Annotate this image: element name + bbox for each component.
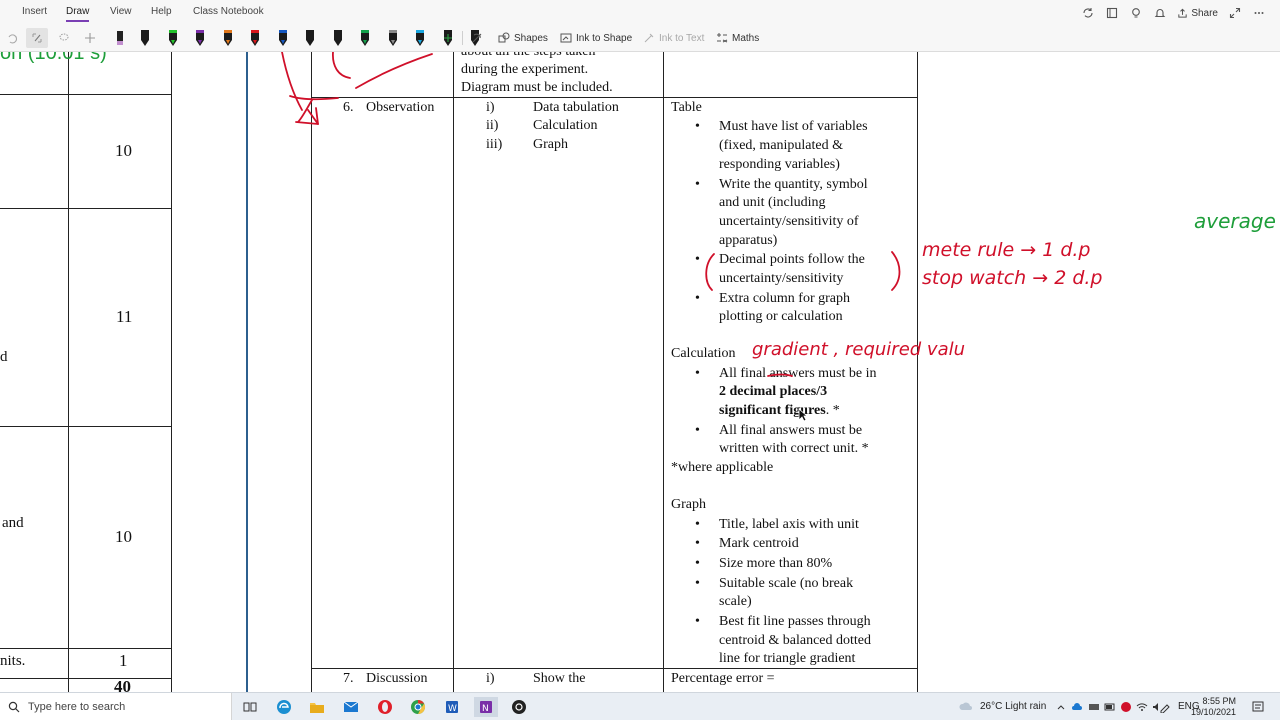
menu-help[interactable]: Help [151,6,172,17]
ink-to-shape-button[interactable]: Ink to Shape [560,28,632,48]
ink-meter-rule: mete rule → 1 d.p [922,239,1091,261]
pen-menu-icon[interactable] [1158,697,1172,717]
pan-icon[interactable] [82,28,98,48]
lightbulb-icon[interactable] [1129,6,1143,20]
network-icon[interactable] [1087,697,1101,717]
lasso-tool-icon[interactable] [468,28,486,48]
search-placeholder: Type here to search [28,701,126,713]
taskbar: Type here to search W N 26°C Light rain [0,692,1280,720]
notifications-icon[interactable] [1248,697,1268,717]
ribbon-menu-row: Insert Draw View Help Class Notebook Sha… [0,0,1280,24]
chrome-icon[interactable] [408,697,428,717]
eraser-icon[interactable] [110,28,130,48]
svg-text:W: W [448,704,457,714]
ink-stroke [307,107,319,125]
security-icon[interactable] [1119,697,1133,717]
clock-time: 8:55 PM [1202,696,1236,706]
lasso-select-icon[interactable] [56,28,72,48]
share-button[interactable]: Share [1177,8,1218,19]
share-label: Share [1191,7,1218,19]
weather-icon[interactable] [956,697,976,717]
add-pen-icon[interactable] [438,28,458,48]
ink-stroke [355,53,433,89]
ink-to-text-label: Ink to Text [659,32,705,44]
ink-to-text-icon [644,33,654,43]
menu-class-notebook[interactable]: Class Notebook [193,6,264,17]
ink-bracket-left [705,253,715,291]
taskbar-search[interactable]: Type here to search [0,693,232,720]
pen-tool-icon[interactable] [358,28,372,48]
more-options-icon[interactable] [1252,6,1266,20]
ink-stroke [281,52,303,111]
ink-to-text-button[interactable]: Ink to Text [643,28,704,48]
task-view-icon[interactable] [240,697,260,717]
pen-tool-icon[interactable] [413,28,427,48]
pen-tool-icon[interactable] [221,28,235,48]
menu-view[interactable]: View [110,6,132,17]
shapes-label: Shapes [514,32,548,44]
maths-label: Maths [732,32,760,44]
search-icon [8,701,20,713]
sync-icon[interactable] [1081,6,1095,20]
bell-icon[interactable] [1153,6,1167,20]
pen-tool-icon[interactable] [386,28,400,48]
file-explorer-icon[interactable] [307,697,327,717]
undo-lasso-icon[interactable] [4,28,20,48]
ribbon-right-icons: Share [1081,4,1266,22]
edge-browser-icon[interactable] [274,697,294,717]
shapes-button[interactable]: Shapes [498,28,548,48]
ink-arrow-strokes [281,52,901,377]
pen-tool-icon[interactable] [138,28,152,48]
battery-icon[interactable] [1103,697,1117,717]
pen-tool-icon[interactable] [248,28,262,48]
mail-icon[interactable] [341,697,361,717]
svg-text:N: N [482,704,489,714]
wifi-icon[interactable] [1135,697,1149,717]
shapes-icon [498,32,510,43]
select-tool-icon[interactable] [26,28,48,48]
maths-button[interactable]: Maths [716,28,759,48]
ink-stroke [297,99,313,123]
ink-average: average [1194,209,1276,233]
toolbar-divider [462,31,463,45]
menu-insert[interactable]: Insert [22,6,47,17]
ink-stop-watch: stop watch → 2 d.p [922,267,1102,289]
onenote-icon[interactable]: N [474,697,498,717]
menu-draw[interactable]: Draw [66,6,90,22]
page-view-icon[interactable] [1105,6,1119,20]
pen-tool-icon[interactable] [193,28,207,48]
pen-tool-icon[interactable] [166,28,180,48]
ink-layer: mete rule → 1 d.p stop watch → 2 d.p gra… [281,52,1276,377]
clock-date: 19/10/2021 [1190,707,1236,717]
ink-stroke [332,52,351,79]
system-clock[interactable]: 8:55 PM 19/10/2021 [1191,696,1236,718]
chevron-up-icon[interactable] [1054,697,1068,717]
maths-icon [717,33,728,43]
mouse-cursor-icon [798,408,808,422]
share-icon [1178,8,1187,18]
ink-underline [767,373,793,377]
ink-bracket-right [891,251,901,291]
ink-gradient: gradient , required valu [752,339,965,360]
ink-stroke [295,121,319,125]
pen-tool-icon[interactable] [303,28,317,48]
expand-icon[interactable] [1228,6,1242,20]
draw-toolbar: Shapes Ink to Shape Ink to Text Maths [0,26,1280,50]
weather-text[interactable]: 26°C Light rain [980,701,1046,712]
ink-to-shape-icon [560,33,572,43]
opera-icon[interactable] [375,697,395,717]
cloud-icon[interactable] [1070,697,1084,717]
obs-icon[interactable] [509,697,529,717]
pen-tool-icon[interactable] [276,28,290,48]
word-icon[interactable]: W [442,697,462,717]
pen-tool-icon[interactable] [331,28,345,48]
ribbon: Insert Draw View Help Class Notebook Sha… [0,0,1280,52]
ink-to-shape-label: Ink to Shape [576,32,633,44]
notebook-page[interactable]: on (10.01 s) 10 11 10 1 40 d and nits. a… [0,52,1280,692]
